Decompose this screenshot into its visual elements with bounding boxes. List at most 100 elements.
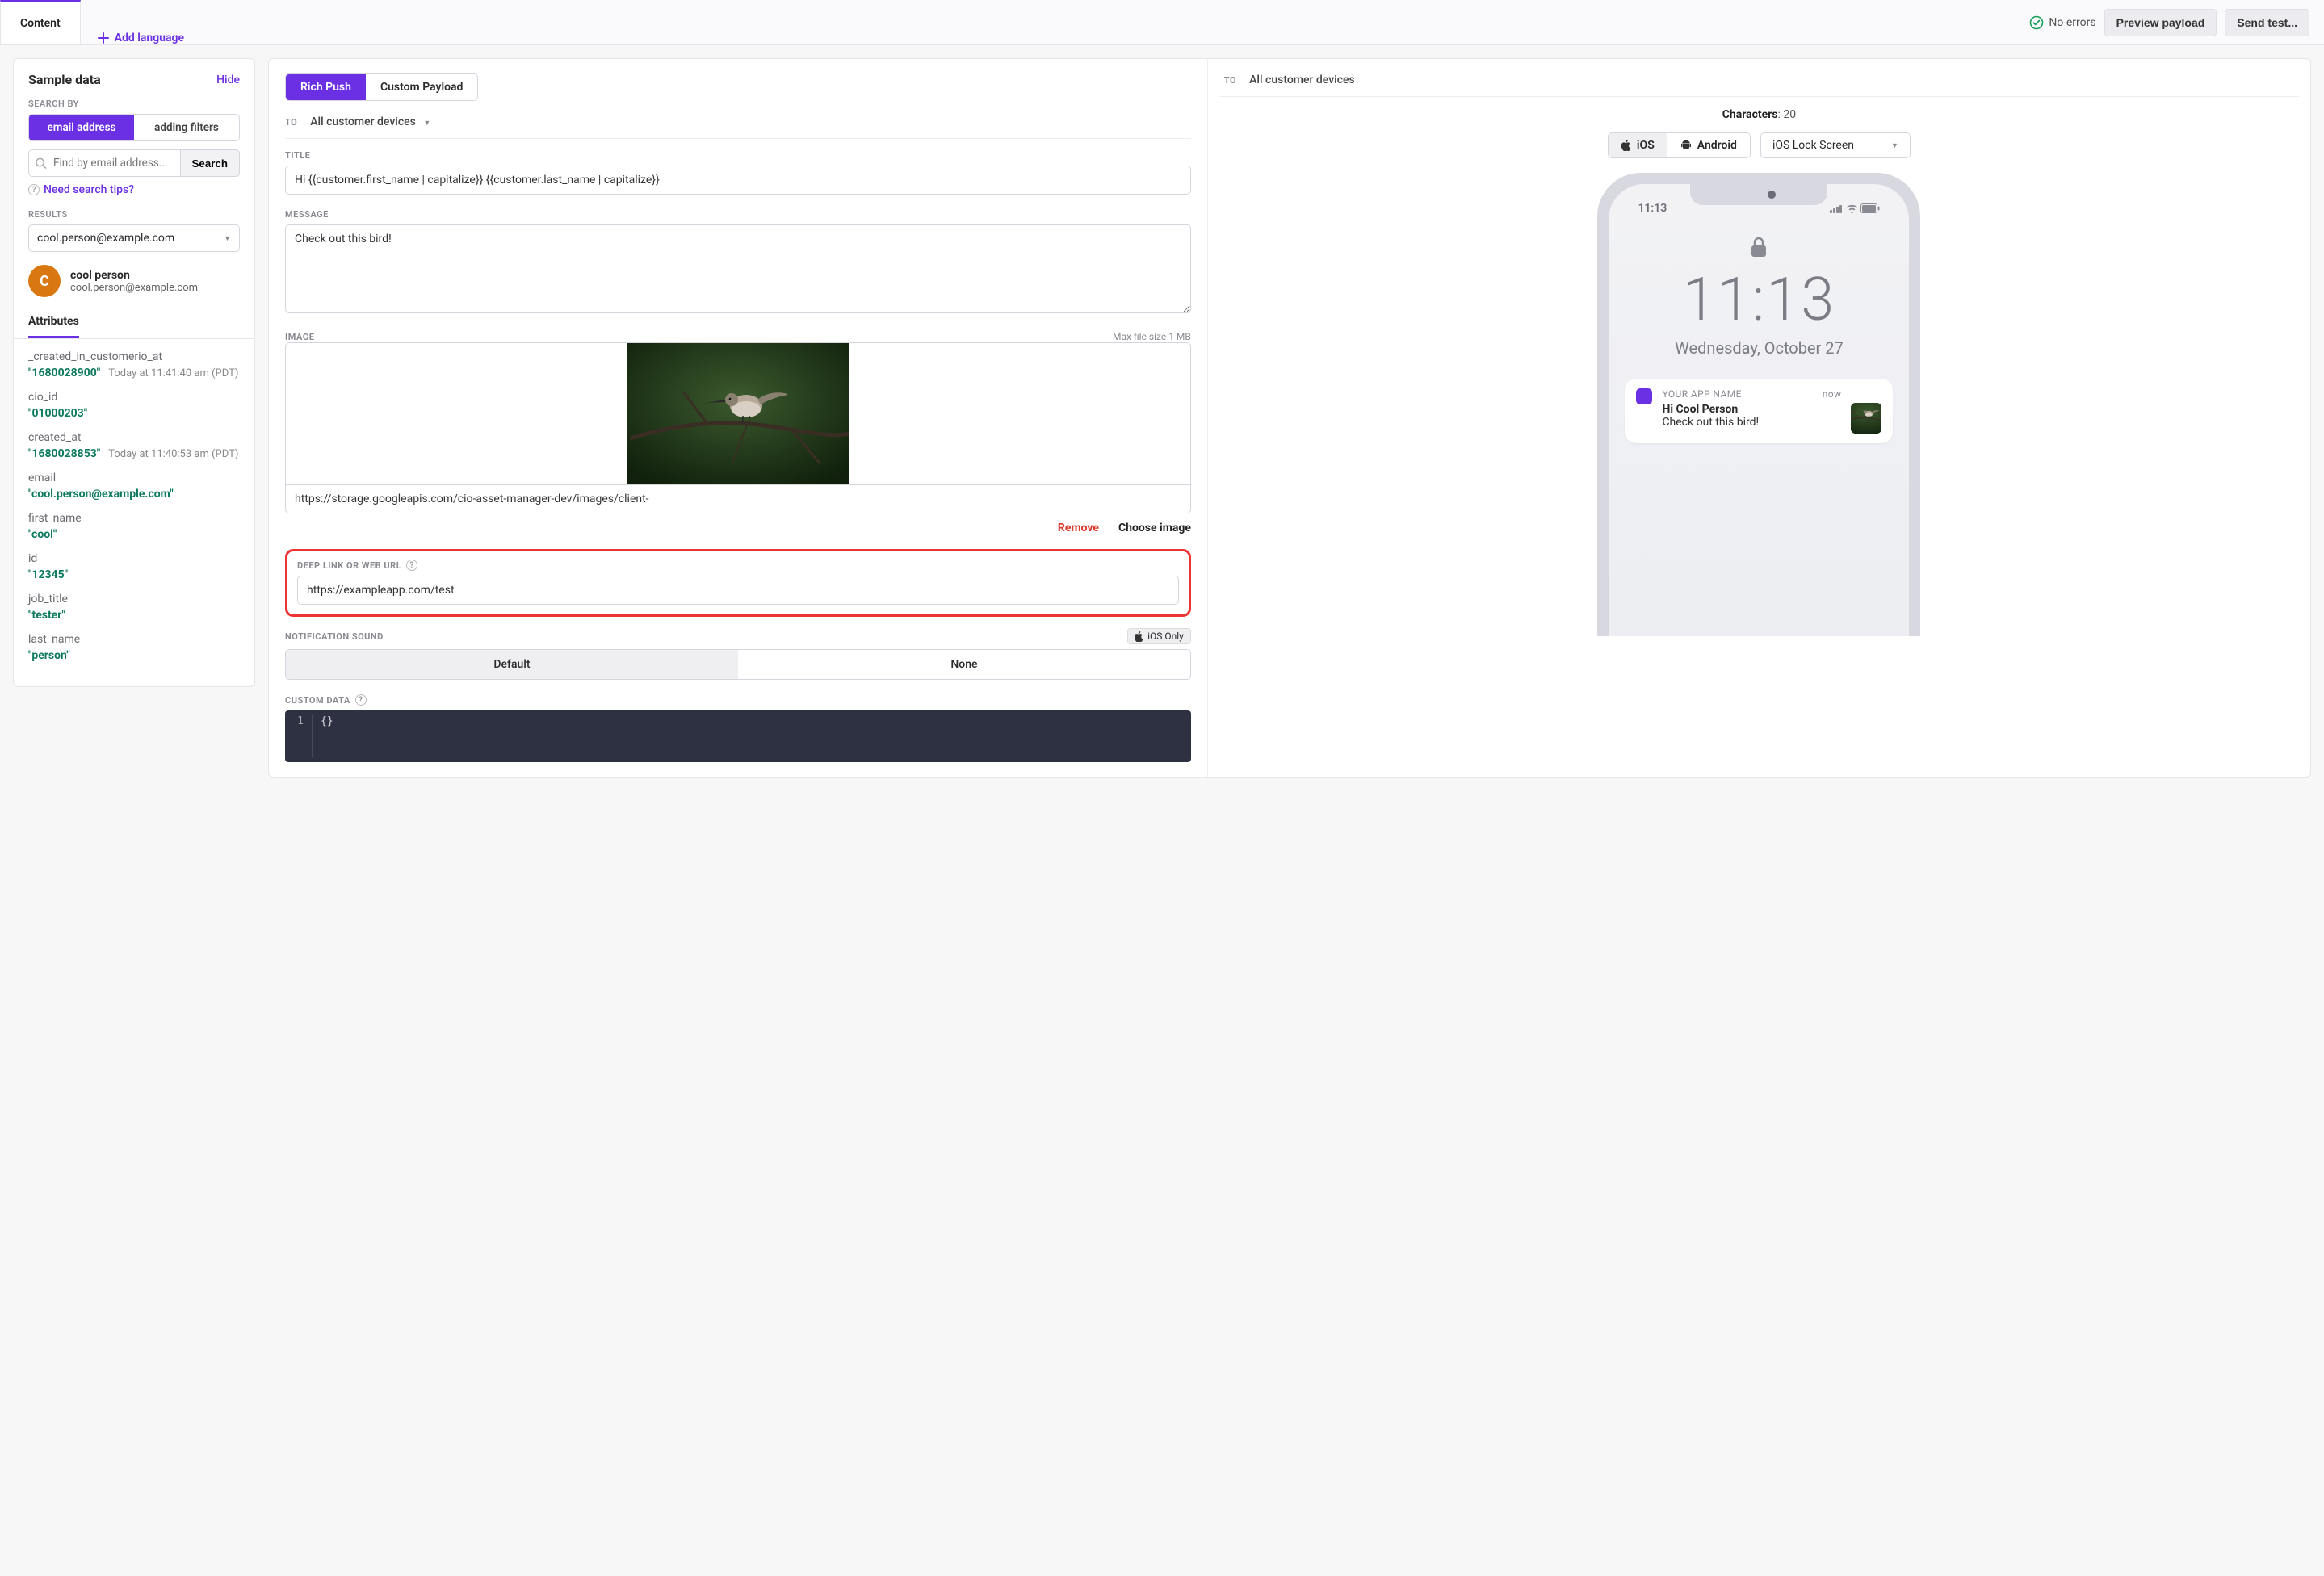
search-tips-label: Need search tips? [44,183,134,196]
lockscreen-clock: 11:13 [1621,265,1896,335]
attribute-row: last_name"person" [28,633,240,662]
app-icon [1636,388,1652,404]
message-label: MESSAGE [285,209,1191,220]
preview-payload-button[interactable]: Preview payload [2104,9,2217,36]
search-by-email[interactable]: email address [29,115,134,140]
code-content: {} [313,715,333,757]
attribute-row: id"12345" [28,552,240,581]
results-label: RESULTS [28,209,240,220]
mode-rich-push[interactable]: Rich Push [286,74,366,100]
top-tabs: Content Add language [0,0,200,44]
attribute-key: cio_id [28,391,240,404]
preview-to-value: All customer devices [1249,73,1355,86]
notification-card: YOUR APP NAME now Hi Cool Person Check o… [1625,379,1893,443]
plus-icon [97,31,110,44]
search-input[interactable] [28,149,180,177]
send-test-button[interactable]: Send test... [2225,9,2309,36]
person-subtabs: Attributes [14,307,254,339]
search-by-segment: email address adding filters [28,114,240,141]
mode-custom-payload[interactable]: Custom Payload [366,74,478,100]
os-android-label: Android [1697,139,1737,152]
os-segment: iOS Android [1608,132,1751,158]
sample-data-title: Sample data [28,72,101,87]
to-value: All customer devices [310,115,416,128]
title-input[interactable] [285,166,1191,195]
add-language-button[interactable]: Add language [81,31,200,44]
person-email: cool.person@example.com [70,282,198,294]
attribute-key: id [28,552,240,565]
attribute-value: "cool" [28,528,57,541]
message-textarea[interactable] [285,224,1191,313]
signal-icon [1830,204,1843,213]
lockscreen-select[interactable]: iOS Lock Screen ▼ [1760,132,1911,158]
characters-label: Characters [1722,108,1778,121]
os-android[interactable]: Android [1667,133,1750,157]
attribute-row: created_at"1680028853"Today at 11:40:53 … [28,431,240,460]
sample-data-panel: Sample data Hide SEARCH BY email address… [13,58,255,687]
attribute-row: _created_in_customerio_at"1680028900"Tod… [28,350,240,379]
os-ios[interactable]: iOS [1609,133,1667,157]
to-label: TO [285,117,297,128]
apple-icon [1621,140,1631,151]
results-select-value: cool.person@example.com [37,232,174,245]
attribute-key: _created_in_customerio_at [28,350,240,363]
tab-content[interactable]: Content [0,0,81,44]
camera-dot [1768,191,1776,199]
attribute-value: "tester" [28,609,65,622]
android-icon [1680,140,1692,151]
code-line-number: 1 [285,715,313,757]
os-segment-row: iOS Android iOS Lock Screen ▼ [1608,132,1911,158]
search-button[interactable]: Search [180,149,240,177]
attribute-value: "1680028853" [28,447,100,460]
hide-link[interactable]: Hide [216,73,240,86]
search-by-label: SEARCH BY [28,98,240,109]
person-name: cool person [70,269,198,282]
bird-image [627,343,849,484]
search-by-filters[interactable]: adding filters [134,115,239,140]
help-icon: ? [28,184,40,195]
attribute-row: email"cool.person@example.com" [28,472,240,501]
attribute-meta: Today at 11:40:53 am (PDT) [108,448,238,460]
wifi-icon [1846,204,1858,213]
remove-image-button[interactable]: Remove [1058,522,1099,534]
choose-image-button[interactable]: Choose image [1118,522,1191,534]
attribute-key: job_title [28,593,240,606]
notification-app-name: YOUR APP NAME [1662,388,1741,400]
custom-data-editor[interactable]: 1 {} [285,710,1191,762]
attribute-value: "01000203" [28,407,87,420]
help-icon: ? [355,694,367,706]
compose-column: Rich Push Custom Payload TO All customer… [269,59,1208,777]
check-circle-icon [2029,15,2044,30]
search-icon [35,157,47,170]
to-selector[interactable]: All customer devices ▼ [310,115,430,128]
attribute-row: first_name"cool" [28,512,240,541]
attribute-row: job_title "tester" [28,593,240,622]
sound-label: NOTIFICATION SOUND [285,631,384,642]
preview-column: TO All customer devices Characters: 20 i… [1208,59,2310,777]
person-summary: C cool person cool.person@example.com [28,265,240,297]
sound-none[interactable]: None [738,650,1190,679]
sound-segment: Default None [285,649,1191,680]
notification-thumbnail [1851,403,1881,434]
deep-link-input[interactable] [297,576,1179,605]
phone-frame: 11:13 11:13 Wednesday, October 27 [1597,173,1920,636]
results-select[interactable]: cool.person@example.com ▼ [28,224,240,252]
tab-attributes[interactable]: Attributes [28,307,79,338]
attribute-meta: Today at 11:41:40 am (PDT) [108,367,238,379]
attribute-key: email [28,472,240,484]
custom-data-label-text: CUSTOM DATA [285,695,350,706]
search-tips-link[interactable]: ? Need search tips? [28,183,240,196]
ios-only-badge: iOS Only [1127,628,1191,644]
custom-data-label: CUSTOM DATA ? [285,694,1191,706]
image-preview [285,342,1191,484]
phone-notch [1690,184,1827,205]
deep-link-label: DEEP LINK OR WEB URL ? [297,560,1179,571]
top-actions: No errors Preview payload Send test... [2029,9,2309,36]
editor-panel: Rich Push Custom Payload TO All customer… [268,58,2311,778]
deep-link-label-text: DEEP LINK OR WEB URL [297,560,401,571]
sound-default[interactable]: Default [286,650,738,679]
lock-icon [1621,236,1896,262]
chevron-down-icon: ▼ [224,234,231,243]
characters-value: 20 [1783,108,1796,121]
image-url-input[interactable] [285,484,1191,513]
